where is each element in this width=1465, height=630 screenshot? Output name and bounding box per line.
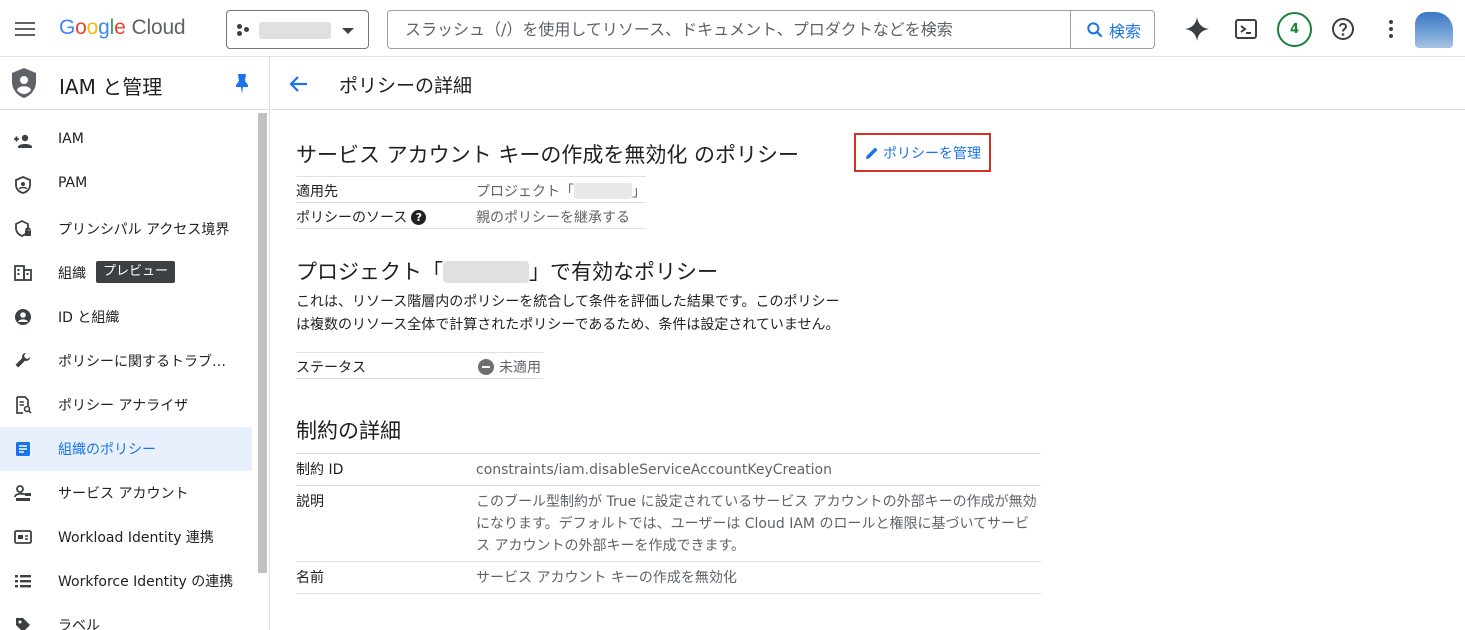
status-row: ステータス 未適用 [296,353,543,379]
constraint-details-table: 制約 ID constraints/iam.disableServiceAcco… [296,453,1041,594]
help-icon[interactable]: ? [411,210,427,225]
page-title: ポリシーの詳細 [339,75,473,97]
wrench-icon [15,353,30,368]
notifications-badge[interactable]: 4 [1277,12,1312,47]
menu-icon[interactable] [12,16,38,42]
avatar[interactable] [1415,12,1453,48]
sidebar-item-policy-analyzer[interactable]: ポリシー アナライザ [0,383,252,427]
gemini-sparkle-icon[interactable] [1184,16,1210,42]
constraint-description-label: 説明 [296,494,324,510]
sidebar: IAM と管理 IAM PAM プリンシパル アクセス境界 組織 プレビュー I… [0,57,270,630]
sidebar-item-policy-troubleshooter[interactable]: ポリシーに関するトラブ… [0,339,252,383]
google-cloud-logo[interactable]: Google Cloud [59,16,186,40]
account-circle-icon [15,309,31,325]
sidebar-item-service-accounts[interactable]: サービス アカウント [0,471,252,515]
constraint-id-row: 制約 ID constraints/iam.disableServiceAcco… [296,454,1041,486]
chevron-down-icon [342,28,354,34]
lock-shield-icon [15,219,31,237]
effective-policy-description: これは、リソース階層内のポリシーを統合して条件を評価した結果です。このポリシー … [296,294,840,333]
shield-icon [15,176,31,194]
sidebar-item-iam[interactable]: IAM [0,119,252,163]
sidebar-item-label: 組織のポリシー [58,442,156,458]
applies-to-value: プロジェクト「」 [476,183,646,200]
constraint-id-value: constraints/iam.disableServiceAccountKey… [476,462,832,478]
effective-policy-heading: プロジェクト「 」で有効なポリシー [296,260,718,284]
id-card-icon [14,530,32,544]
sidebar-item-label: 組織 [58,266,86,282]
more-vert-icon[interactable] [1378,16,1404,42]
search-icon [1087,21,1103,37]
project-icon [237,24,253,36]
constraint-name-value: サービス アカウント キーの作成を無効化 [476,570,737,586]
sidebar-item-pam[interactable]: PAM [0,163,252,207]
status-label: ステータス [296,360,366,376]
person-add-icon [14,134,32,148]
manage-policy-button[interactable]: ポリシーを管理 [854,133,991,172]
sidebar-item-label: プリンシパル アクセス境界 [58,222,230,238]
status-table: ステータス 未適用 [296,352,543,379]
project-name-redacted [443,261,529,283]
list-icon [15,575,31,588]
policy-source-row: ポリシーのソース? 親のポリシーを継承する [296,203,646,229]
sidebar-item-workforce-identity[interactable]: Workforce Identity の連携 [0,559,252,603]
sidebar-item-label: ポリシーに関するトラブ… [58,354,226,370]
pin-icon[interactable] [233,73,251,95]
sidebar-item-label: Workforce Identity の連携 [58,574,234,590]
sidebar-item-label: PAM [58,175,88,191]
sidebar-title: IAM と管理 [59,75,163,99]
constraint-description-value: このブール型制約が True に設定されているサービス アカウントの外部キーの作… [476,494,1037,554]
not-enforced-icon [478,359,494,375]
sidebar-item-label: Workload Identity 連携 [58,530,214,546]
status-value: 未適用 [478,357,541,377]
constraint-details-heading: 制約の詳細 [296,419,401,443]
search-button-label: 検索 [1108,21,1141,41]
preview-chip: プレビュー [96,261,176,283]
top-app-bar: GoogleCloud 検索 4 [0,0,1465,57]
constraint-id-label: 制約 ID [296,462,344,478]
constraint-name-row: 名前 サービス アカウント キーの作成を無効化 [296,562,1041,594]
service-account-icon [14,485,31,501]
sidebar-scrollbar[interactable] [258,113,267,573]
policy-info-table: 適用先 プロジェクト「」 ポリシーのソース? 親のポリシーを継承する [296,176,646,229]
sidebar-header: IAM と管理 [0,57,269,110]
building-icon [14,265,32,281]
policy-source-value: 親のポリシーを継承する [476,210,630,226]
page-header: ポリシーの詳細 [271,57,1465,110]
sidebar-item-org-policies[interactable]: 組織のポリシー [0,427,252,471]
sidebar-item-label: ポリシー アナライザ [58,398,189,414]
sidebar-item-identity-organization[interactable]: ID と組織 [0,295,252,339]
project-picker[interactable] [226,10,369,49]
back-arrow-icon[interactable] [288,73,310,95]
sidebar-item-principal-access-boundary[interactable]: プリンシパル アクセス境界 [0,207,252,251]
search-input[interactable] [388,11,1070,48]
sidebar-item-label: サービス アカウント [58,486,189,502]
sidebar-item-workload-identity[interactable]: Workload Identity 連携 [0,515,252,559]
help-icon[interactable] [1330,16,1356,42]
main-content: ポリシーの詳細 サービス アカウント キーの作成を無効化 のポリシー ポリシーを… [271,57,1465,630]
project-name-redacted [259,22,331,39]
analyzer-icon [16,396,32,414]
policy-source-label: ポリシーのソース? [296,207,427,227]
document-icon [16,442,30,456]
constraint-description-row: 説明 このブール型制約が True に設定されているサービス アカウントの外部キ… [296,486,1041,562]
cloud-shell-icon[interactable] [1233,16,1259,42]
sidebar-item-organization[interactable]: 組織 プレビュー [0,251,252,295]
applies-to-row: 適用先 プロジェクト「」 [296,177,646,203]
search-bar: 検索 [387,10,1155,49]
applies-to-label: 適用先 [296,184,338,200]
sidebar-item-label: ラベル [58,618,100,630]
label-icon [16,618,30,630]
project-name-redacted [574,183,632,199]
pencil-icon [866,147,878,159]
shield-icon [12,68,36,98]
sidebar-item-label: IAM [58,131,84,147]
sidebar-item-labels[interactable]: ラベル [0,603,252,630]
search-button[interactable]: 検索 [1070,10,1155,49]
policy-title: サービス アカウント キーの作成を無効化 のポリシー [296,143,800,167]
sidebar-item-label: ID と組織 [58,310,120,326]
constraint-name-label: 名前 [296,570,324,586]
manage-policy-label: ポリシーを管理 [883,145,981,162]
